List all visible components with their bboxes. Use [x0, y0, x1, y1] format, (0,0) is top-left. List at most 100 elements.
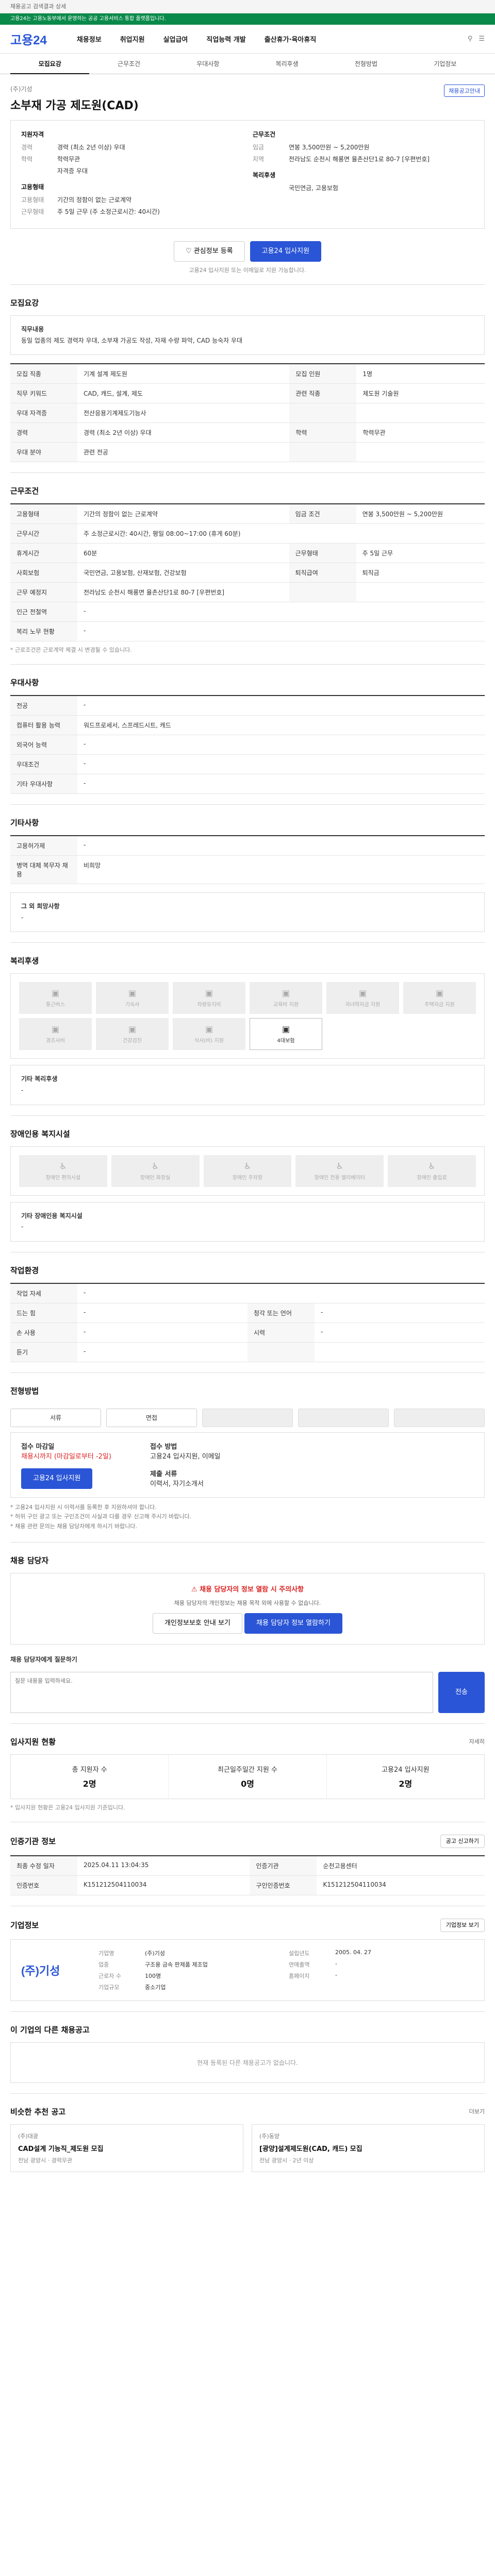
disability-item: ♿ 장애인 편의시설	[19, 1155, 107, 1187]
table-row: 경력 경력 (최소 2년 이상) 우대 학력 학력무관	[10, 422, 485, 443]
stats-note: * 입사지원 현황은 고용24 입사지원 기준입니다.	[10, 1804, 125, 1811]
row-value: -	[77, 754, 485, 775]
row-key: 우대조건	[10, 754, 77, 775]
summary-value: 주 5일 근무 (주 소정근로시간: 40시간)	[57, 208, 160, 215]
tab-item[interactable]: 모집요강	[10, 53, 90, 74]
company-value: 구조용 금속 판제품 제조업	[145, 1961, 208, 1968]
company-section: 기업정보 기업정보 보기 (주)기성 기업명 (주)기성 설립년도 2005. 04. …	[10, 1905, 485, 2011]
welfare-label: 식사(비) 지원	[194, 1038, 224, 1044]
privacy-button[interactable]: 개인정보보호 안내 보기	[153, 1613, 242, 1634]
row-value: 60분	[77, 543, 289, 564]
gnb-item[interactable]: 실업급여	[154, 34, 197, 44]
table-row: 최종 수정 일자 2025.04.11 13:04:35 인증기관 순천고용센터	[10, 1855, 485, 1876]
bookmark-button[interactable]: ♡ 관심정보 등록	[173, 241, 245, 262]
summary-key: 경력	[21, 144, 33, 151]
accessibility-icon: ♿	[336, 1161, 343, 1171]
process-steps: 서류 면접	[10, 1403, 485, 1432]
work-section: 근무조건 고용형태 기간의 정함이 없는 근로계약 임금 조건 연봉 3,500만원 …	[10, 472, 485, 664]
table-row: 병역 대체 복무자 채용 비희망	[10, 855, 485, 885]
similar-section: 비슷한 추천 공고 더보기 (주)대광 CAD설계 기능직_제도원 모집 전남 광양시…	[10, 2093, 485, 2193]
welfare-item: ▣ 경조사비	[19, 1018, 92, 1050]
disability-item: ♿ 장애인 전용 엘리베이터	[295, 1155, 384, 1187]
row-key	[248, 1342, 315, 1362]
company-info-button[interactable]: 기업정보 보기	[440, 1918, 485, 1932]
stat-value: 0명	[241, 1778, 254, 1789]
search-icon[interactable]: ⚲	[468, 35, 473, 43]
tab-item[interactable]: 복리후생	[248, 59, 326, 68]
apply-button-2[interactable]: 고용24 입사지원	[21, 1468, 93, 1489]
detail-tabs: 모집요강 근무조건 우대사항 복리후생 전형방법 기업정보	[0, 54, 495, 74]
section-title: 기타사항	[10, 818, 39, 828]
gnb-item[interactable]: 채용정보	[68, 34, 111, 44]
accessibility-icon: ♿	[59, 1161, 67, 1171]
tab-item[interactable]: 우대사항	[169, 59, 248, 68]
gnb-item[interactable]: 출산휴가·육아휴직	[255, 34, 326, 44]
section-title: 우대사항	[10, 678, 39, 688]
job-card[interactable]: (주)대광 CAD설계 기능직_제도원 모집 전남 광양시 · 경력무관	[10, 2124, 243, 2172]
row-value: 국민연금, 고용보험, 산재보험, 건강보험	[77, 563, 289, 583]
welfare-item: ▣ 식사(비) 지원	[173, 1018, 245, 1050]
card-company: (주)대광	[18, 2132, 38, 2140]
duty-text: 동일 업종의 제도 경력자 우대, 소부재 가공도 작성, 자재 수량 파악, …	[21, 336, 243, 344]
row-key: 근무시간	[10, 523, 77, 544]
row-key: 근무형태	[289, 543, 356, 564]
welfare-label: 교육비 지원	[273, 1002, 299, 1008]
method-title: 접수 방법	[150, 1443, 177, 1451]
apply-note: 고용24 입사지원 또는 이메일로 지원 가능합니다.	[189, 267, 306, 274]
accessibility-icon: ♿	[243, 1161, 252, 1171]
row-value: 관련 전공	[77, 442, 290, 463]
stat-item: 고용24 입사지원 2명	[327, 1755, 484, 1799]
tab-item[interactable]: 근무조건	[89, 59, 168, 68]
welfare-item: ▣ 통근버스	[19, 982, 92, 1014]
logo[interactable]: 고용24	[10, 30, 47, 48]
row-key: 우대 자격증	[10, 403, 77, 423]
row-key: 휴게시간	[10, 543, 77, 564]
row-key: 임금 조건	[289, 504, 356, 524]
similar-more-link[interactable]: 더보기	[469, 2107, 485, 2115]
row-value	[356, 442, 485, 463]
warning-icon: ⚠	[191, 1585, 200, 1594]
question-submit-button[interactable]: 전송	[438, 1671, 485, 1713]
related-empty: 현재 등록된 다른 채용공고가 없습니다.	[10, 2042, 485, 2083]
apply-button[interactable]: 고용24 입사지원	[250, 241, 322, 262]
table-row: 전공 -	[10, 696, 485, 716]
disability-label: 장애인 출입로	[417, 1175, 447, 1181]
company-value: (주)기성	[145, 1950, 165, 1957]
summary-box: 지원자격 경력 경력 (최소 2년 이상) 우대 학력 학력무관 자격증 우대 고용형태…	[10, 120, 485, 229]
stat-item: 총 지원자 수 2명	[11, 1754, 169, 1799]
view-contact-button[interactable]: 채용 담당자 정보 열람하기	[244, 1613, 342, 1634]
docs-value: 이력서, 자기소개서	[150, 1480, 204, 1488]
benefit-icon: ▣	[358, 988, 367, 998]
tab-item[interactable]: 전형방법	[326, 59, 405, 68]
row-value: CAD, 캐드, 설계, 제도	[77, 383, 290, 404]
summary-value: 경력 (최소 2년 이상) 우대	[57, 144, 125, 151]
welfare-etc: 기타 복리후생 -	[10, 1065, 485, 1105]
row-value: 순천고용센터	[317, 1855, 485, 1876]
gnb-item[interactable]: 취업지원	[111, 34, 154, 44]
question-input[interactable]	[10, 1671, 433, 1713]
gnb-item[interactable]: 직업능력 개발	[197, 34, 255, 44]
section-title: 장애인용 복지시설	[10, 1129, 70, 1139]
disability-label: 장애인 편의시설	[45, 1175, 81, 1181]
summary-row: 지역 전라남도 순천시 해룡면 율촌산단1로 80-7 [우편번호]	[253, 155, 474, 163]
job-card[interactable]: (주)동양 [광양]설계제도원(CAD, 캐드) 모집 전남 광양시 · 2년 이상	[252, 2124, 485, 2172]
benefit-icon: ▣	[282, 988, 290, 998]
tab-item[interactable]: 기업정보	[406, 59, 485, 68]
header-icons: ⚲ ☰	[468, 35, 485, 43]
welfare-item: ▣ 기숙사	[96, 982, 169, 1014]
row-key: 듣기	[10, 1342, 77, 1362]
company-key: 업종	[98, 1961, 109, 1968]
company-value	[335, 1983, 474, 1991]
table-row: 사회보험 국민연금, 고용보험, 산재보험, 건강보험 퇴직급여 퇴직금	[10, 563, 485, 583]
welfare-grid: ▣ 통근버스 ▣ 기숙사 ▣ 차량유지비 ▣ 교육비 지원 ▣ 자녀학자금 지원 ▣ 주택자금 지원 ▣…	[10, 973, 485, 1059]
card-title: CAD설계 기능직_제도원 모집	[18, 2145, 104, 2153]
table-row: 우대 분야 관련 전공	[10, 442, 485, 463]
notice-badge[interactable]: 채용공고안내	[444, 84, 485, 97]
menu-icon[interactable]: ☰	[478, 35, 485, 43]
stats-more-link[interactable]: 자세히	[469, 1737, 485, 1745]
company-key: 홈페이지	[289, 1972, 310, 1979]
header: 고용24 채용정보 취업지원 실업급여 직업능력 개발 출산휴가·육아휴직 ⚲ ☰	[0, 25, 495, 54]
company-key	[289, 1983, 330, 1991]
table-row: 작업 자세 -	[10, 1283, 485, 1303]
report-button[interactable]: 공고 신고하기	[440, 1834, 485, 1848]
